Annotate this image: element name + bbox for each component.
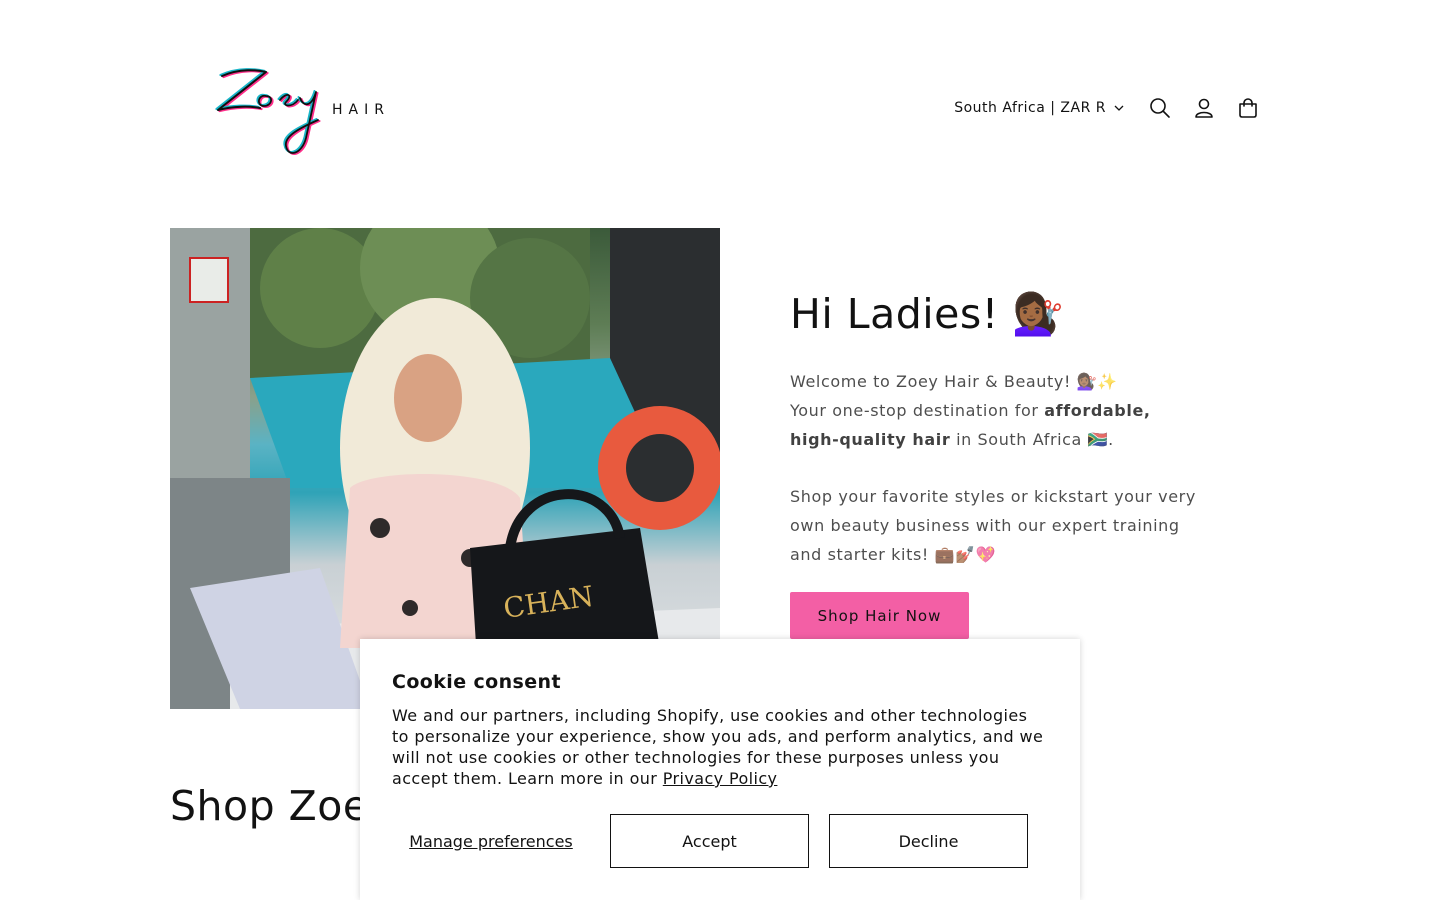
privacy-policy-link[interactable]: Privacy Policy [663,769,778,788]
cart-button[interactable] [1226,86,1270,130]
cookie-actions: Manage preferences Accept Decline [392,814,1048,868]
hero-image: CHAN [170,228,720,709]
destination-prefix: Your one-stop destination for [790,401,1045,420]
destination-suffix: in South Africa 🇿🇦. [950,430,1114,449]
hero-title: Hi Ladies! 💇🏾‍♀️ [790,290,1064,338]
header-actions: South Africa | ZAR R [954,88,1270,128]
search-icon [1150,98,1170,118]
shop-hair-now-button[interactable]: Shop Hair Now [790,592,969,639]
cart-icon [1239,98,1257,118]
account-button[interactable] [1182,86,1226,130]
cookie-body: We and our partners, including Shopify, … [392,705,1048,789]
site-header: HAIR South Africa | ZAR R [0,0,1440,215]
destination-line: Your one-stop destination for affordable… [790,396,1200,454]
chevron-down-icon [1114,105,1124,111]
hero-paragraph-2: Shop your favorite styles or kickstart y… [790,487,1196,564]
account-icon [1195,98,1213,118]
decline-button[interactable]: Decline [829,814,1028,868]
hero-description: Welcome to Zoey Hair & Beauty! 💇🏾‍♀️✨ Yo… [790,367,1200,569]
country-currency-selector[interactable]: South Africa | ZAR R [954,100,1124,116]
search-button[interactable] [1138,86,1182,130]
hero-photo: CHAN [170,228,720,709]
manage-preferences-link[interactable]: Manage preferences [392,814,590,868]
zoey-hair-logo[interactable]: HAIR [200,58,400,168]
welcome-line: Welcome to Zoey Hair & Beauty! 💇🏾‍♀️✨ [790,372,1118,391]
hero-content: Hi Ladies! 💇🏾‍♀️ Welcome to Zoey Hair & … [790,290,1200,569]
accept-button[interactable]: Accept [610,814,809,868]
cookie-title: Cookie consent [392,671,561,693]
country-currency-label: South Africa | ZAR R [954,100,1106,116]
svg-text:HAIR: HAIR [332,102,390,118]
logo-icon: HAIR [215,68,390,155]
cookie-consent-banner: Cookie consent We and our partners, incl… [360,639,1080,900]
